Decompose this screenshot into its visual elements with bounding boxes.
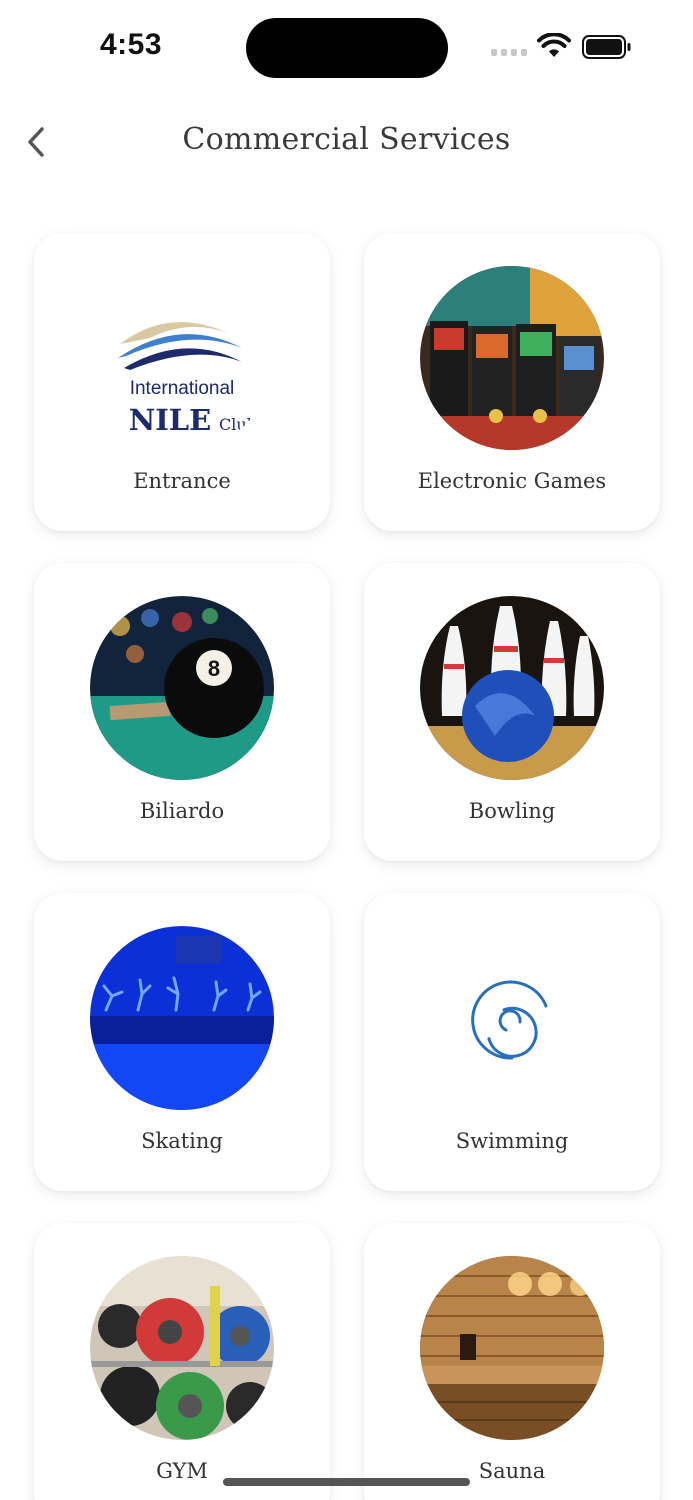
service-card-bowling[interactable]: Bowling	[364, 563, 660, 861]
wifi-icon	[537, 33, 571, 57]
service-card-entrance[interactable]: International NILE Club Entrance	[34, 233, 330, 531]
svg-text:8: 8	[208, 656, 220, 681]
svg-text:International: International	[130, 378, 235, 399]
service-label: Skating	[141, 1129, 223, 1153]
svg-text:Club: Club	[219, 415, 257, 434]
sauna-room-photo	[420, 1256, 604, 1440]
service-card-skating[interactable]: Skating	[34, 893, 330, 1191]
loading-spinner-icon	[420, 926, 604, 1110]
international-nile-club-logo: International NILE Club	[90, 266, 274, 450]
service-card-biliardo[interactable]: 8 Biliardo	[34, 563, 330, 861]
service-label: Swimming	[455, 1129, 569, 1153]
home-indicator[interactable]	[223, 1478, 470, 1486]
bowling-pins-photo	[420, 596, 604, 780]
service-label: Entrance	[133, 469, 231, 493]
arcade-machines-photo	[420, 266, 604, 450]
billiard-eight-ball-photo: 8	[90, 596, 274, 780]
service-card-swimming[interactable]: Swimming	[364, 893, 660, 1191]
service-card-electronic-games[interactable]: Electronic Games	[364, 233, 660, 531]
svg-text:NILE: NILE	[129, 403, 212, 437]
nav-header: Commercial Services	[0, 100, 693, 190]
status-bar: 4:53	[0, 0, 693, 95]
signal-icon	[491, 49, 527, 57]
service-label: Electronic Games	[417, 469, 607, 493]
service-label: Biliardo	[139, 799, 225, 823]
service-label: Bowling	[468, 799, 556, 823]
dynamic-island	[246, 18, 448, 78]
service-card-gym[interactable]: GYM	[34, 1223, 330, 1500]
service-card-sauna[interactable]: Sauna	[364, 1223, 660, 1500]
battery-icon	[582, 35, 631, 59]
page-title: Commercial Services	[182, 122, 511, 157]
status-time: 4:53	[100, 28, 163, 61]
ice-skating-rink-photo	[90, 926, 274, 1110]
gym-weights-photo	[90, 1256, 274, 1440]
